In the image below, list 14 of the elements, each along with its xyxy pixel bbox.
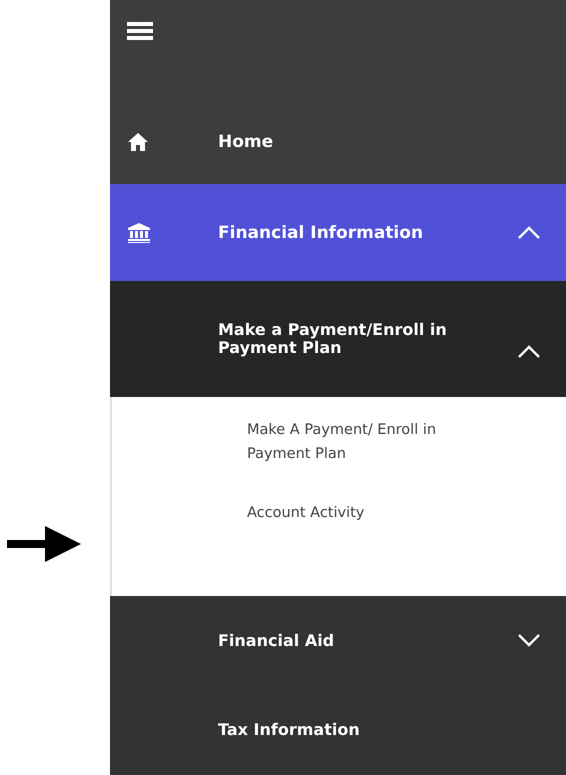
submenu-item[interactable]: Make a Payment/Enroll in Payment Plan [110, 281, 566, 398]
submenu-label: Financial Aid [218, 632, 336, 650]
submenu-link[interactable]: Make A Payment/ Enroll in Payment Plan [247, 419, 497, 466]
nav-item[interactable]: Home [110, 99, 566, 184]
nav-label: Home [218, 132, 274, 152]
bank-icon [128, 222, 150, 243]
home-icon [128, 132, 148, 151]
nav-label: Financial Information [218, 222, 424, 243]
pointer-arrow-icon [7, 526, 81, 562]
menu-button[interactable] [127, 22, 153, 40]
submenu-label: Tax Information [218, 721, 361, 740]
nav-item[interactable]: Financial Information [110, 184, 566, 282]
submenu-link[interactable]: Account Activity [247, 502, 497, 525]
submenu-label: Make a Payment/Enroll in Payment Plan [218, 320, 448, 358]
